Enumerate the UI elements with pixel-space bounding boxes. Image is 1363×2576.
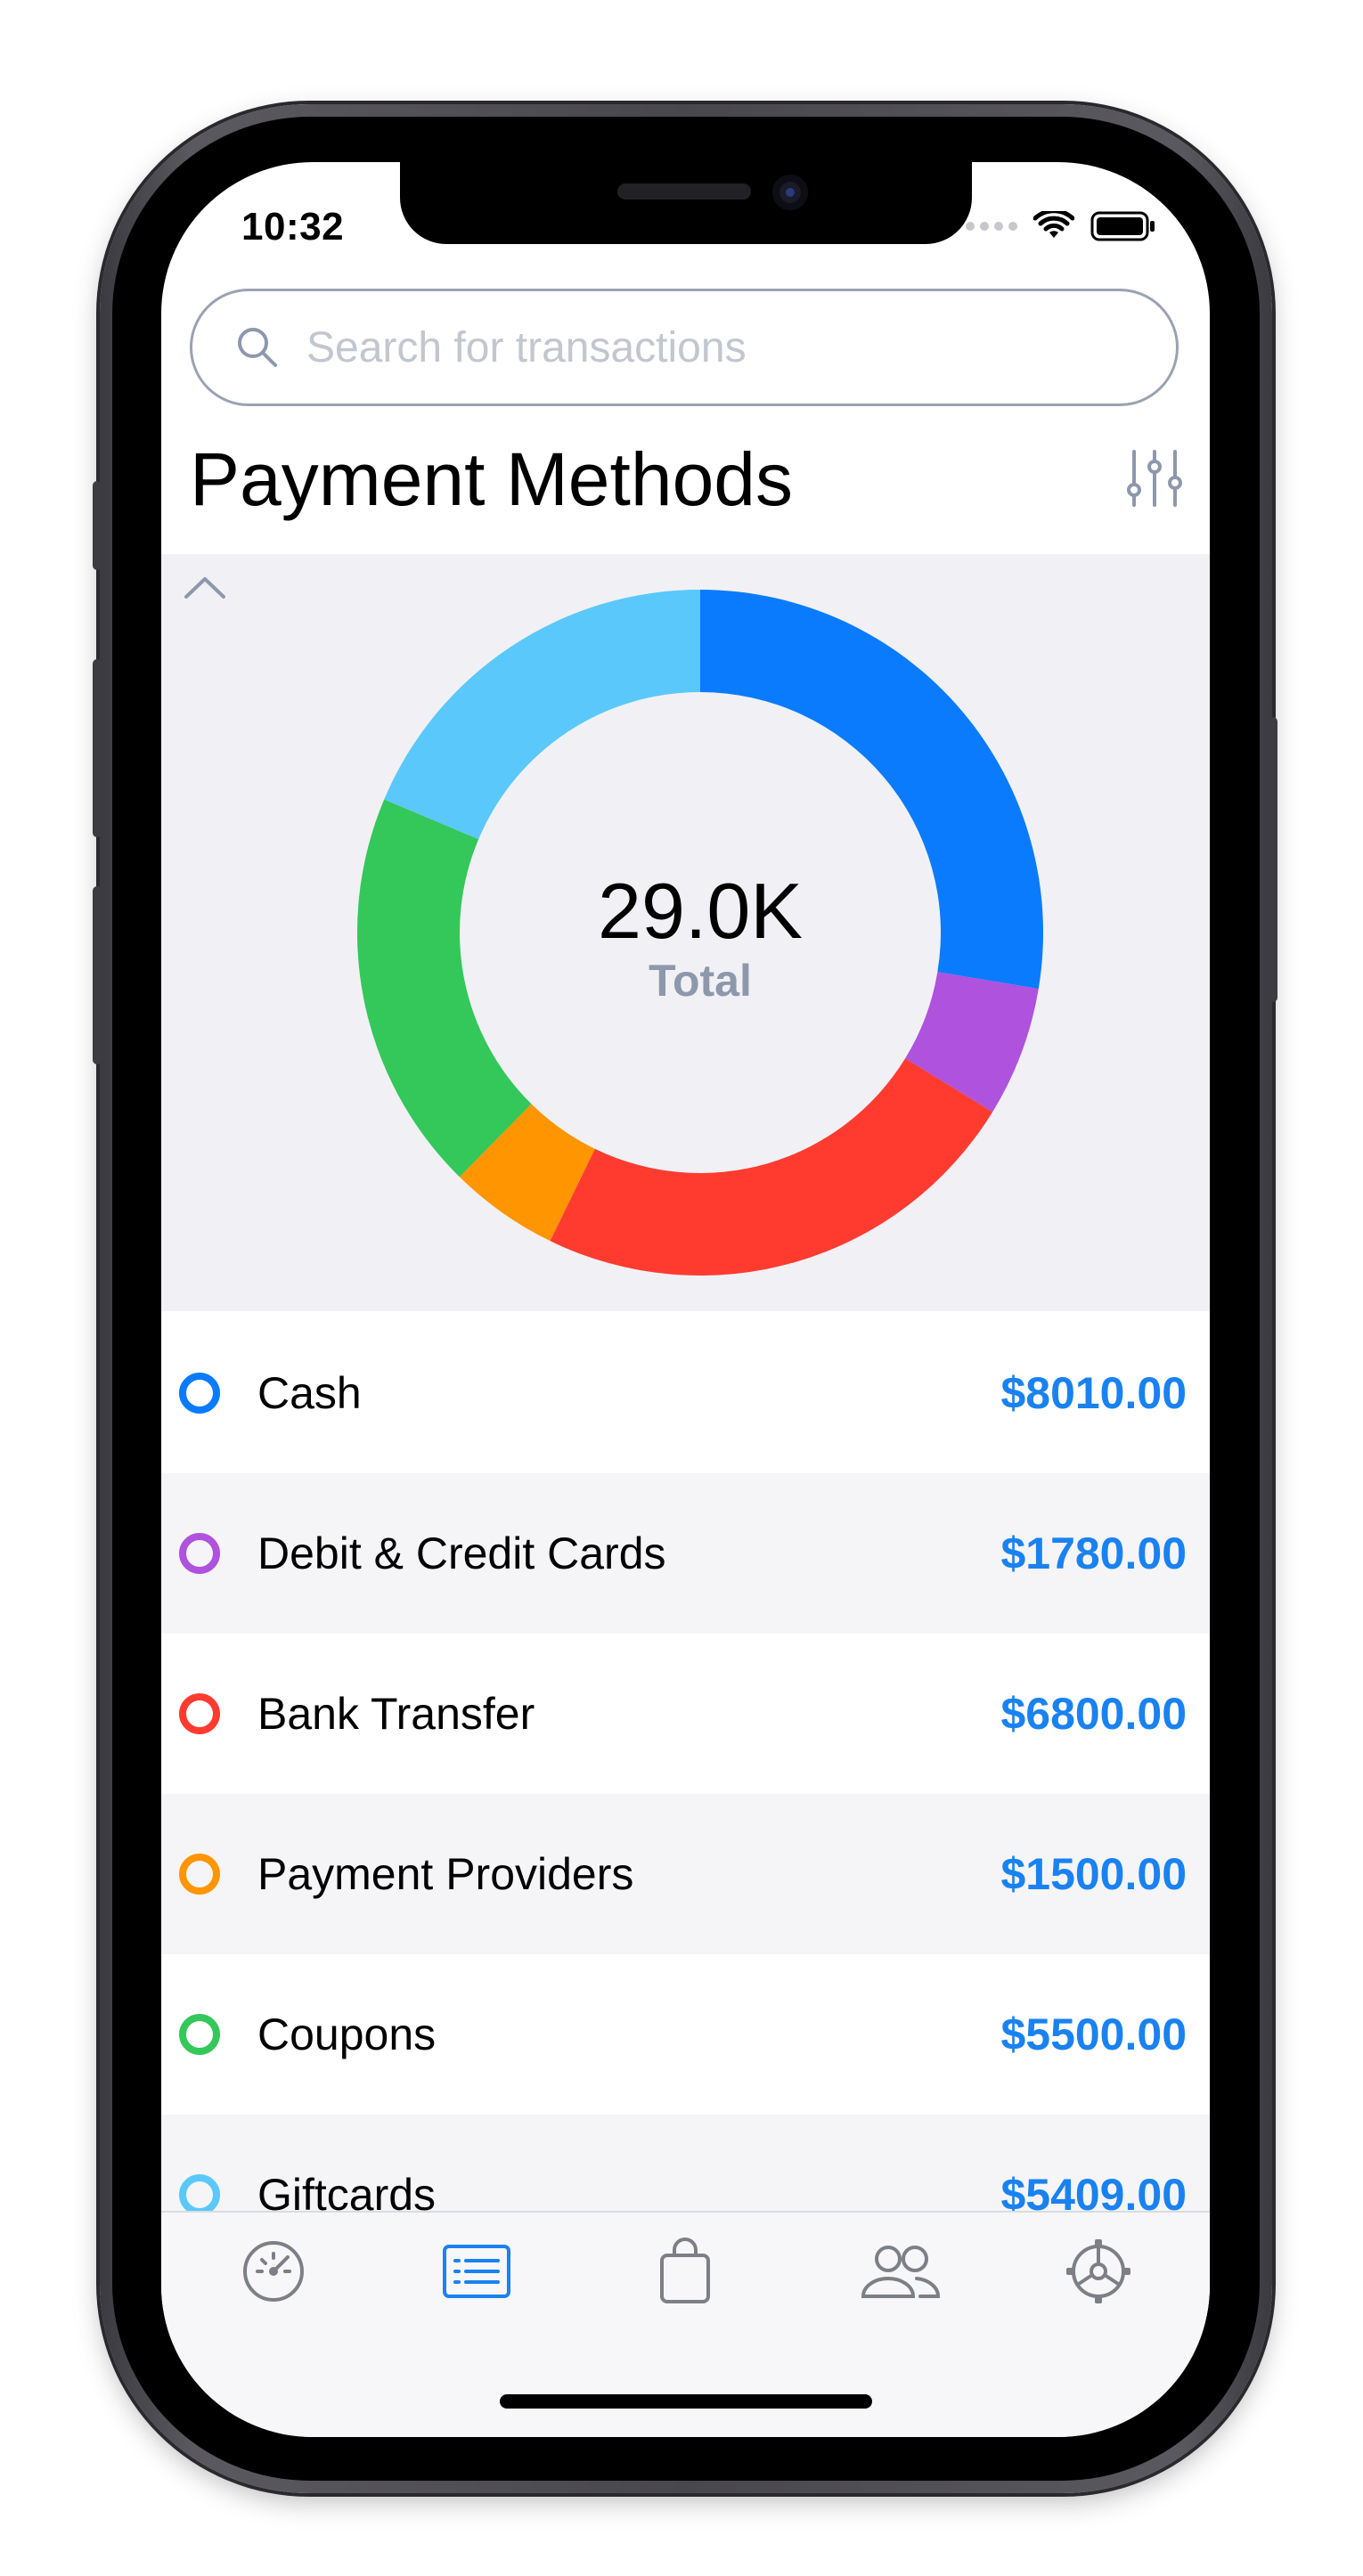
donut-slice-giftcards[interactable] — [384, 590, 700, 840]
chevron-up-icon[interactable] — [183, 574, 227, 600]
payment-method-row[interactable]: Coupons $5500.00 — [161, 1954, 1210, 2115]
color-indicator-icon — [179, 2014, 220, 2055]
tab-bar — [161, 2211, 1210, 2437]
donut-slice-bank-transfer[interactable] — [550, 1058, 993, 1276]
settings-gear-icon[interactable] — [1063, 2236, 1134, 2307]
home-indicator — [500, 2394, 872, 2409]
payment-method-row[interactable]: Cash $8010.00 — [161, 1313, 1210, 1473]
shopping-bag-icon[interactable] — [649, 2236, 721, 2307]
transactions-list-icon[interactable] — [441, 2236, 512, 2307]
dashboard-gauge-icon[interactable] — [238, 2236, 309, 2307]
search-icon — [238, 328, 277, 367]
cellular-signal-icon — [966, 222, 1017, 231]
payment-method-row[interactable]: Payment Providers $1500.00 — [161, 1794, 1210, 1954]
volume-down-button — [93, 886, 102, 1064]
front-camera — [772, 175, 808, 210]
donut-chart: 29.0K Total — [344, 576, 1057, 1289]
phone-screen: 10:32 Search for transactions Payment Me… — [161, 162, 1210, 2437]
contacts-people-icon[interactable] — [858, 2236, 943, 2307]
notch — [400, 162, 972, 244]
payment-method-label: Debit & Credit Cards — [257, 1528, 666, 1578]
payment-method-amount: $1500.00 — [1000, 1849, 1187, 1899]
chart-panel: 29.0K Total — [161, 554, 1210, 1311]
payment-method-row[interactable]: Debit & Credit Cards $1780.00 — [161, 1473, 1210, 1634]
search-placeholder: Search for transactions — [306, 323, 747, 371]
payment-method-label: Cash — [257, 1368, 362, 1418]
payment-method-label: Payment Providers — [257, 1849, 634, 1899]
silent-switch — [93, 481, 102, 570]
search-input[interactable]: Search for transactions — [190, 289, 1179, 406]
payment-method-amount: $5500.00 — [1000, 2009, 1187, 2059]
status-indicators — [966, 208, 1156, 244]
color-indicator-icon — [179, 1533, 220, 1574]
chart-total-label: Total — [649, 956, 752, 1006]
payment-method-label: Coupons — [257, 2009, 437, 2059]
color-indicator-icon — [179, 1854, 220, 1895]
filter-sliders-icon[interactable] — [1123, 447, 1186, 509]
power-button — [1269, 717, 1277, 1002]
wifi-icon — [1033, 211, 1074, 238]
payment-method-amount: $6800.00 — [1000, 1689, 1187, 1739]
payment-method-amount: $1780.00 — [1000, 1528, 1187, 1578]
page-title: Payment Methods — [190, 437, 794, 521]
payment-method-amount: $8010.00 — [1000, 1368, 1187, 1418]
status-time: 10:32 — [241, 205, 345, 249]
color-indicator-icon — [179, 1373, 220, 1414]
earpiece-speaker — [617, 183, 751, 200]
payment-method-label: Bank Transfer — [257, 1689, 535, 1739]
color-indicator-icon — [179, 2174, 220, 2215]
chart-total-value: 29.0K — [598, 867, 803, 955]
payment-method-row[interactable]: Bank Transfer $6800.00 — [161, 1634, 1210, 1794]
color-indicator-icon — [179, 1693, 220, 1734]
battery-icon — [1090, 211, 1155, 241]
volume-up-button — [93, 659, 102, 837]
